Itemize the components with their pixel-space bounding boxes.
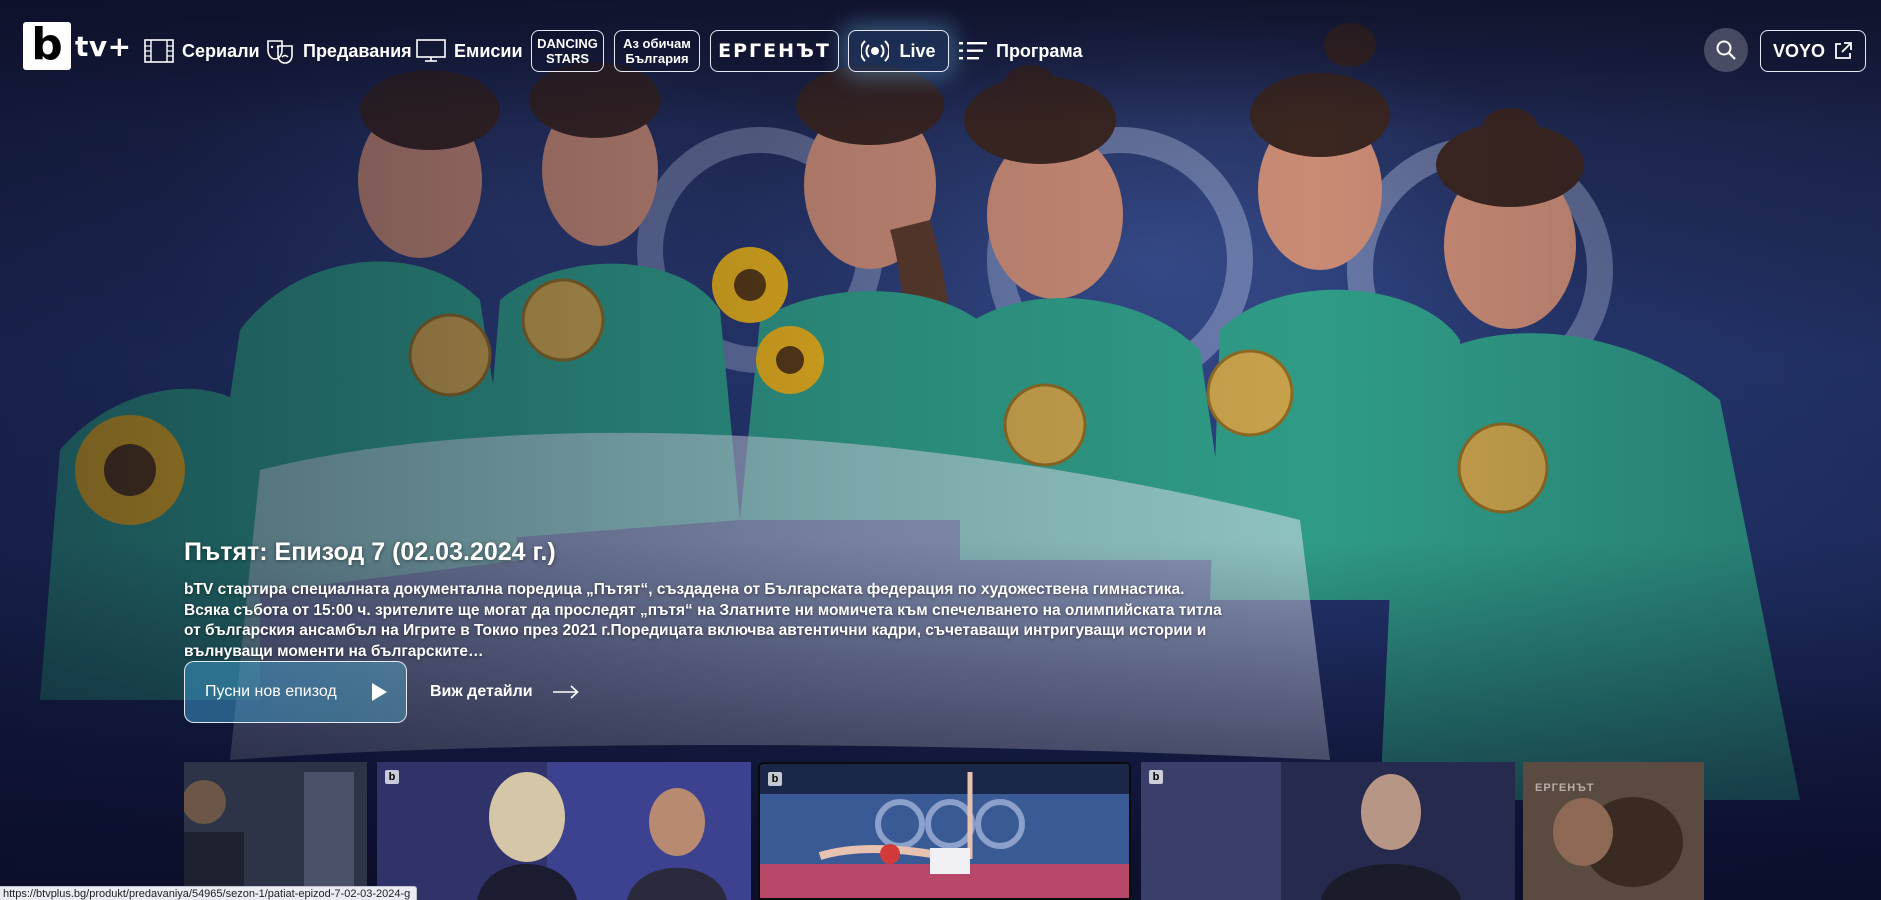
dancing-stars-line2: STARS [545, 51, 590, 66]
search-icon [1715, 39, 1737, 61]
thumbnail-image [760, 764, 1129, 898]
film-strip-icon [144, 39, 174, 63]
hero-title: Пътят: Епизод 7 (02.03.2024 г.) [184, 538, 556, 566]
nav-item-series[interactable]: Сериали [144, 30, 260, 72]
play-button-label: Пусни нов епизод [205, 683, 337, 700]
view-details-link[interactable]: Виж детайли [430, 674, 579, 710]
theater-masks-icon [265, 38, 295, 64]
thumbnail-image [377, 762, 751, 900]
nav-item-shows-label: Предавания [303, 40, 412, 61]
details-link-label: Виж детайли [430, 683, 533, 700]
nav-item-series-label: Сериали [182, 40, 260, 61]
nav-item-broadcasts-label: Емисии [454, 40, 523, 61]
thumbnail-image [184, 762, 367, 900]
external-link-icon [1833, 41, 1853, 61]
thumbnail-btv-badge: b [768, 772, 782, 786]
play-icon [370, 682, 388, 702]
nav-item-dancing-stars[interactable]: DANCING STARS [531, 30, 604, 72]
voyo-label: VOYO [1772, 40, 1825, 61]
ergenat-label: ЕРГЕНЪТ [718, 40, 831, 62]
nav-item-program[interactable]: Програма [958, 30, 1083, 72]
episode-thumbnail[interactable]: ЕРГЕНЪТ [1523, 762, 1704, 900]
search-button[interactable] [1704, 28, 1748, 72]
thumbnail-btv-badge: b [385, 770, 399, 784]
hero-description: bTV стартира специалната документална по… [184, 581, 1222, 660]
dancing-stars-line1: DANCING [537, 36, 598, 51]
nav-item-shows[interactable]: Предавания [265, 30, 412, 72]
episodes-carousel: b b b ЕРГЕНЪТ [0, 762, 1881, 900]
nav-item-ergenat[interactable]: ЕРГЕНЪТ [710, 30, 839, 72]
episode-thumbnail[interactable]: b [1141, 762, 1515, 900]
thumbnail-caption: ЕРГЕНЪТ [1535, 782, 1595, 794]
list-icon [958, 39, 988, 63]
nav-item-broadcasts[interactable]: Емисии [416, 30, 523, 72]
nav-item-az-obicham-bulgaria[interactable]: Аз обичам България [614, 30, 700, 72]
nav-item-live[interactable]: Live [848, 30, 949, 72]
monitor-icon [416, 39, 446, 63]
episode-thumbnail-active[interactable]: b [758, 762, 1131, 900]
btv-plus-logo[interactable]: b tv+ [23, 22, 132, 70]
episode-thumbnail[interactable] [184, 762, 367, 900]
broadcast-icon [861, 39, 890, 63]
live-label: Live [899, 40, 936, 61]
az-obicham-line2: България [625, 51, 689, 66]
logo-mark: b [23, 22, 71, 70]
episode-thumbnail[interactable]: b [377, 762, 751, 900]
logo-text: tv+ [75, 29, 132, 63]
arrow-right-icon [552, 685, 579, 699]
nav-item-program-label: Програма [996, 40, 1083, 61]
voyo-button[interactable]: VOYO [1760, 30, 1866, 72]
thumbnail-btv-badge: b [1149, 770, 1163, 784]
az-obicham-line1: Аз обичам [623, 36, 691, 51]
play-new-episode-button[interactable]: Пусни нов епизод [184, 661, 407, 723]
status-bar-url: https://btvplus.bg/produkt/predavaniya/5… [0, 886, 418, 900]
top-navigation: b tv+ Сериали Предавания Емисии DANCING … [0, 0, 1881, 100]
thumbnail-image [1141, 762, 1515, 900]
